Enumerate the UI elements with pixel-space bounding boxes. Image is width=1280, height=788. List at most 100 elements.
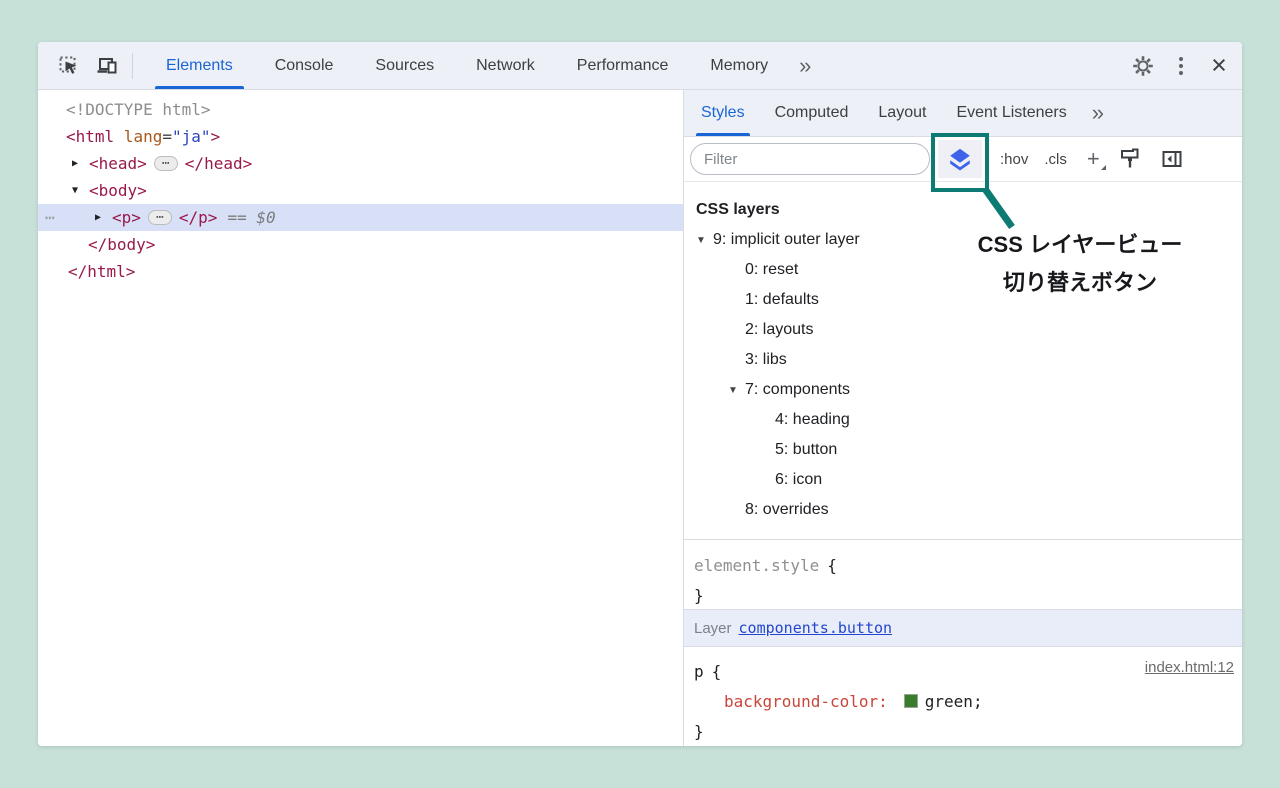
layer-section-header: Layer components.button [684, 610, 1242, 647]
tab-event-listeners[interactable]: Event Listeners [941, 90, 1081, 136]
tab-memory[interactable]: Memory [689, 42, 789, 89]
tab-layout[interactable]: Layout [863, 90, 941, 136]
toggle-hover-state-button[interactable]: :hov [1000, 151, 1028, 168]
inspect-element-button[interactable] [50, 47, 88, 85]
dom-node-body-close[interactable]: </body> [38, 231, 683, 258]
more-tabs-icon[interactable]: » [789, 42, 821, 89]
css-layers-toggle-button[interactable] [938, 140, 982, 178]
close-icon: × [1211, 52, 1227, 79]
layer-row-heading[interactable]: 4: heading [684, 405, 1242, 435]
css-property-name[interactable]: background-color [724, 692, 878, 711]
tab-label: Computed [775, 104, 849, 122]
tag-text: </head> [185, 154, 252, 173]
layer-label: 3: libs [745, 351, 787, 369]
layer-link[interactable]: components.button [739, 619, 893, 637]
tag-text: > [211, 127, 221, 146]
tab-network[interactable]: Network [455, 42, 556, 89]
layer-row-libs[interactable]: 3: libs [684, 345, 1242, 375]
color-swatch[interactable] [904, 694, 918, 708]
node-menu-icon[interactable]: ⋯ [45, 208, 65, 227]
tab-label: Console [275, 57, 334, 75]
layer-label: 9: implicit outer layer [713, 231, 860, 249]
attr-value: "ja" [172, 127, 211, 146]
tab-label: Layout [878, 104, 926, 122]
layer-label: 6: icon [775, 471, 822, 489]
annotation-text: CSS レイヤービュー 切り替えボタン [940, 226, 1220, 302]
layer-label: 1: defaults [745, 291, 819, 309]
tab-label: Elements [166, 57, 233, 75]
element-style-selector: element.style [694, 556, 819, 575]
layer-label: 2: layouts [745, 321, 813, 339]
tag-text: <p> [112, 208, 141, 227]
filter-input[interactable] [690, 143, 930, 175]
tag-text: </p> [179, 208, 218, 227]
tab-label: Sources [375, 57, 434, 75]
css-semicolon: ; [973, 692, 983, 711]
styles-panel: Styles Computed Layout Event Listeners » [684, 90, 1242, 746]
css-rule-section: index.html:12 p { background-color: gree… [684, 647, 1242, 746]
rule-selector[interactable]: p [694, 662, 704, 681]
annotation-line-2: 切り替えボタン [940, 264, 1220, 302]
styles-toolbar: :hov .cls + [684, 137, 1242, 182]
close-devtools-button[interactable]: × [1200, 47, 1238, 85]
doctype-text: <!DOCTYPE html> [66, 100, 211, 119]
close-brace: } [694, 722, 704, 741]
layers-icon [947, 146, 973, 172]
gear-icon [1131, 54, 1155, 78]
more-tabs-icon[interactable]: » [1082, 90, 1114, 136]
tab-elements[interactable]: Elements [145, 42, 254, 89]
tab-sources[interactable]: Sources [354, 42, 455, 89]
collapse-caret-icon[interactable]: ▼ [728, 385, 745, 396]
expand-caret-icon[interactable]: ▶ [95, 212, 112, 223]
dom-node-html-close[interactable]: </html> [38, 258, 683, 285]
tab-computed[interactable]: Computed [760, 90, 864, 136]
inspect-element-icon [57, 54, 81, 78]
device-toolbar-icon [95, 54, 119, 78]
dom-node-doctype[interactable]: <!DOCTYPE html> [38, 96, 683, 123]
attr-name: lang [114, 127, 162, 146]
tag-text: <body> [89, 181, 147, 200]
layer-label: 0: reset [745, 261, 798, 279]
source-location-link[interactable]: index.html:12 [1145, 659, 1234, 676]
sidebar-toggle-icon [1160, 147, 1184, 171]
expand-caret-icon[interactable]: ▶ [72, 158, 89, 169]
layer-label: 8: overrides [745, 501, 829, 519]
css-property-value[interactable]: green [925, 692, 973, 711]
open-brace: { [827, 556, 837, 575]
toggle-class-button[interactable]: .cls [1044, 151, 1067, 168]
dom-node-head[interactable]: ▶ <head> ⋯ </head> [38, 150, 683, 177]
tab-performance[interactable]: Performance [556, 42, 690, 89]
three-dot-menu-icon [1179, 57, 1183, 75]
layer-row-icon[interactable]: 6: icon [684, 465, 1242, 495]
toolbar-separator [132, 53, 133, 79]
layer-row-layouts[interactable]: 2: layouts [684, 315, 1242, 345]
tab-console[interactable]: Console [254, 42, 355, 89]
dom-node-body-open[interactable]: ▼ <body> [38, 177, 683, 204]
dom-node-html-open[interactable]: <html lang="ja"> [38, 123, 683, 150]
open-brace: { [712, 662, 722, 681]
tab-label: Memory [710, 57, 768, 75]
more-options-button[interactable] [1162, 47, 1200, 85]
plus-icon: + [1087, 146, 1100, 171]
collapse-caret-icon[interactable]: ▼ [696, 235, 713, 246]
layer-label: 5: button [775, 441, 837, 459]
layer-row-components[interactable]: ▼ 7: components [684, 375, 1242, 405]
paint-brush-icon [1118, 147, 1142, 171]
css-colon: : [878, 692, 888, 711]
tab-styles[interactable]: Styles [686, 90, 760, 136]
tag-text: </html> [68, 262, 135, 281]
new-style-rule-button[interactable]: + [1087, 148, 1100, 171]
element-style-section[interactable]: element.style { } [684, 540, 1242, 610]
collapsed-content-icon[interactable]: ⋯ [148, 210, 172, 225]
dom-node-p-selected[interactable]: ⋯ ▶ <p> ⋯ </p> == $0 [38, 204, 683, 231]
layer-row-button[interactable]: 5: button [684, 435, 1242, 465]
tab-label: Event Listeners [956, 104, 1066, 122]
settings-button[interactable] [1124, 47, 1162, 85]
collapse-caret-icon[interactable]: ▼ [72, 185, 89, 196]
collapsed-content-icon[interactable]: ⋯ [154, 156, 178, 171]
tab-label: Performance [577, 57, 669, 75]
sidebar-toggle-button[interactable] [1160, 147, 1184, 171]
layer-row-overrides[interactable]: 8: overrides [684, 495, 1242, 525]
device-toolbar-button[interactable] [88, 47, 126, 85]
rendering-emulation-button[interactable] [1118, 147, 1142, 171]
